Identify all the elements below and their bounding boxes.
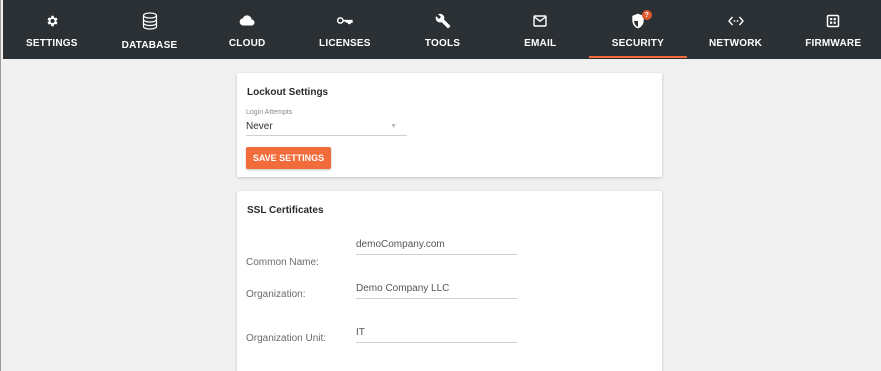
nav-label: SETTINGS <box>26 38 78 49</box>
chevron-down-icon: ▼ <box>390 123 397 130</box>
nav-label: TOOLS <box>424 38 461 49</box>
nav-database[interactable]: DATABASE <box>101 0 199 59</box>
database-icon <box>140 11 160 30</box>
organization-unit-label: Organization Unit: <box>246 333 327 344</box>
save-settings-button[interactable]: SAVE SETTINGS <box>246 147 331 169</box>
login-attempts-select[interactable]: Never ▼ <box>246 119 407 136</box>
nav-label: NETWORK <box>709 38 763 49</box>
nav-label: CLOUD <box>228 38 266 49</box>
nav-label: LICENSES <box>319 38 371 49</box>
nav-licenses[interactable]: LICENSES <box>296 0 394 59</box>
organization-field[interactable]: Demo Company LLC <box>356 282 517 299</box>
lockout-settings-card: Lockout Settings Login Attempts Never ▼ … <box>237 73 662 177</box>
gear-icon <box>42 12 62 29</box>
app-frame: SETTINGS DATABASE CLOUD LICENSES TOOLS E… <box>0 0 881 371</box>
nav-label: SECURITY <box>611 38 664 49</box>
common-name-field[interactable]: demoCompany.com <box>356 238 517 255</box>
ssl-certificates-card: SSL Certificates Common Name: demoCompan… <box>237 191 662 371</box>
nav-security[interactable]: ? SECURITY <box>589 0 687 59</box>
code-arrows-icon <box>726 12 746 29</box>
key-icon <box>335 12 355 29</box>
wrench-icon <box>433 12 453 29</box>
organization-unit-field[interactable]: IT <box>356 326 517 343</box>
card-title: Lockout Settings <box>247 87 329 98</box>
login-attempts-label: Login Attempts <box>246 109 293 116</box>
login-attempts-value: Never <box>246 121 273 132</box>
envelope-icon <box>530 12 550 29</box>
nav-email[interactable]: EMAIL <box>491 0 589 59</box>
common-name-label: Common Name: <box>246 257 319 268</box>
nav-tools[interactable]: TOOLS <box>394 0 492 59</box>
nav-network[interactable]: NETWORK <box>687 0 785 59</box>
nav-label: FIRMWARE <box>805 38 862 49</box>
cloud-icon <box>237 12 257 29</box>
nav-label: DATABASE <box>121 40 178 51</box>
nav-settings[interactable]: SETTINGS <box>3 0 101 59</box>
top-navigation: SETTINGS DATABASE CLOUD LICENSES TOOLS E… <box>3 0 881 59</box>
organization-label: Organization: <box>246 289 306 300</box>
chip-icon <box>823 12 843 29</box>
nav-firmware[interactable]: FIRMWARE <box>784 0 881 59</box>
alert-badge: ? <box>641 10 652 20</box>
card-title: SSL Certificates <box>247 205 324 216</box>
nav-cloud[interactable]: CLOUD <box>198 0 296 59</box>
nav-label: EMAIL <box>524 38 557 49</box>
